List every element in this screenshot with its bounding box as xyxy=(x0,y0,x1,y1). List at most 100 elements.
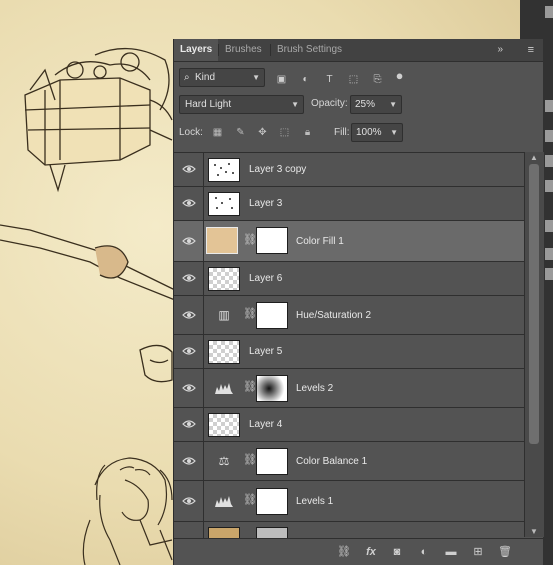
layer-row[interactable]: Layer 3 copy xyxy=(174,153,524,187)
layer-row[interactable]: ▥ ⛓︎ Hue/Saturation 2 xyxy=(174,296,524,335)
eye-icon[interactable] xyxy=(182,236,196,246)
scroll-down-icon[interactable]: ▼ xyxy=(530,527,538,536)
layer-thumbnail xyxy=(208,340,240,364)
levels-icon xyxy=(215,496,233,507)
chevron-down-icon: ▼ xyxy=(389,100,397,109)
search-icon: ⌕ xyxy=(184,72,190,83)
dock-icon[interactable] xyxy=(545,130,553,142)
new-layer-icon[interactable]: ⊞ xyxy=(471,545,485,559)
link-layers-icon[interactable]: ⛓︎ xyxy=(337,545,351,559)
fx-icon[interactable]: fx xyxy=(364,545,378,559)
levels-icon xyxy=(215,383,233,394)
layer-mask-thumbnail[interactable] xyxy=(256,375,288,402)
layer-name: Layer 6 xyxy=(249,273,283,284)
dock-icon[interactable] xyxy=(545,100,553,112)
lock-label: Lock: xyxy=(179,127,203,138)
layer-thumbnail xyxy=(208,192,240,216)
dock-icon[interactable] xyxy=(545,155,553,167)
eye-icon[interactable] xyxy=(182,346,196,356)
layer-name: Levels 1 xyxy=(296,496,334,507)
fill-field[interactable]: 100% ▼ xyxy=(351,123,403,142)
dock-icon[interactable] xyxy=(545,6,553,18)
eye-icon[interactable] xyxy=(182,310,196,320)
layer-name: Layer 3 xyxy=(249,198,283,209)
link-icon[interactable]: ⛓︎ xyxy=(243,493,257,506)
eye-icon[interactable] xyxy=(182,456,196,466)
eye-icon[interactable] xyxy=(182,419,196,429)
layer-row[interactable] xyxy=(174,522,524,538)
layer-row[interactable]: ⛓︎ Levels 2 xyxy=(174,369,524,408)
dock-icon[interactable] xyxy=(545,248,553,260)
layer-row[interactable]: Layer 6 xyxy=(174,262,524,296)
lock-transparent-pixels-icon[interactable]: ▦ xyxy=(212,127,223,138)
adjustment-filter-icon[interactable]: ◐ xyxy=(300,74,311,85)
layer-row-selected[interactable]: ⛓︎ Color Fill 1 xyxy=(174,221,524,262)
blend-mode-value: Hard Light xyxy=(185,99,232,110)
lock-position-icon[interactable]: ✥ xyxy=(257,127,268,138)
layers-panel: Layers Brushes Brush Settings » ≡ ⌕ Kind… xyxy=(173,39,544,565)
link-icon[interactable]: ⛓︎ xyxy=(243,453,257,466)
layer-name: Layer 5 xyxy=(249,346,283,357)
filter-kind-label: Kind xyxy=(195,72,216,83)
eye-icon[interactable] xyxy=(182,198,196,208)
panel-menu-icon[interactable]: ≡ xyxy=(528,39,534,61)
fill-color-swatch[interactable] xyxy=(206,227,238,254)
layer-list-scrollbar[interactable]: ▲ ▼ xyxy=(524,152,544,537)
type-filter-icon[interactable]: T xyxy=(324,74,335,85)
layer-list: Layer 3 copy Layer 3 ⛓︎ Color Fill 1 Lay… xyxy=(174,152,524,538)
dock-icon[interactable] xyxy=(545,180,553,192)
lock-row: Lock: ▦ ✎ ✥ ⬚ 🔒︎ Fill: 100% ▼ xyxy=(174,123,543,142)
layer-row[interactable]: ⚖︎ ⛓︎ Color Balance 1 xyxy=(174,442,524,481)
layer-mask-thumbnail[interactable] xyxy=(256,302,288,329)
layer-thumbnail xyxy=(208,413,240,437)
layer-mask-thumbnail[interactable] xyxy=(256,448,288,475)
opacity-field[interactable]: 25% ▼ xyxy=(350,95,402,114)
scrollbar-thumb[interactable] xyxy=(529,164,539,444)
filter-row: ⌕ Kind ▼ ▣ ◐ T ⬚ ⎘ ● xyxy=(174,66,543,88)
fill-value: 100% xyxy=(356,127,382,138)
layer-mask-thumbnail[interactable] xyxy=(256,488,288,515)
layer-mask-thumbnail[interactable] xyxy=(256,227,288,254)
layer-name: Layer 3 copy xyxy=(249,164,307,175)
color-balance-icon: ⚖︎ xyxy=(218,454,230,468)
smart-object-filter-icon[interactable]: ⎘ xyxy=(372,74,383,85)
lock-image-pixels-icon[interactable]: ✎ xyxy=(235,127,246,138)
shape-filter-icon[interactable]: ⬚ xyxy=(348,74,359,85)
layer-name: Levels 2 xyxy=(296,383,334,394)
delete-layer-icon[interactable]: 🗑︎ xyxy=(498,545,512,559)
new-adjustment-layer-icon[interactable]: ◐ xyxy=(417,545,431,559)
lock-artboard-icon[interactable]: ⬚ xyxy=(279,127,290,138)
blend-row: Hard Light ▼ Opacity: 25% ▼ xyxy=(174,94,543,116)
eye-icon[interactable] xyxy=(182,383,196,393)
opacity-label: Opacity: xyxy=(311,98,348,109)
layer-row[interactable]: ⛓︎ Levels 1 xyxy=(174,481,524,522)
layer-row[interactable]: Layer 5 xyxy=(174,335,524,369)
chevron-down-icon: ▼ xyxy=(252,73,260,82)
tab-brush-settings[interactable]: Brush Settings xyxy=(271,39,348,61)
chevron-down-icon: ▼ xyxy=(390,128,398,137)
eye-icon[interactable] xyxy=(182,164,196,174)
layer-mask-thumbnail xyxy=(256,527,288,538)
scroll-up-icon[interactable]: ▲ xyxy=(530,153,538,162)
sketch-thumbnail-image xyxy=(215,197,233,209)
filter-toggle-icon[interactable]: ● xyxy=(394,69,405,82)
link-icon[interactable]: ⛓︎ xyxy=(243,380,257,393)
new-group-icon[interactable]: ▬ xyxy=(444,545,458,559)
link-icon[interactable]: ⛓︎ xyxy=(243,233,257,246)
lock-all-icon[interactable]: 🔒︎ xyxy=(302,127,313,138)
layer-row[interactable]: Layer 4 xyxy=(174,408,524,442)
layer-name: Color Fill 1 xyxy=(296,236,344,247)
blend-mode-dropdown[interactable]: Hard Light ▼ xyxy=(179,95,304,114)
eye-icon[interactable] xyxy=(182,496,196,506)
eye-icon[interactable] xyxy=(182,273,196,283)
dock-icon[interactable] xyxy=(545,268,553,280)
add-mask-icon[interactable]: ◙ xyxy=(390,545,404,559)
collapse-panel-button[interactable]: » xyxy=(497,39,503,61)
link-icon[interactable]: ⛓︎ xyxy=(243,307,257,320)
tab-layers[interactable]: Layers xyxy=(174,39,219,61)
filter-kind-dropdown[interactable]: ⌕ Kind ▼ xyxy=(179,68,265,87)
dock-icon[interactable] xyxy=(545,220,553,232)
layer-row[interactable]: Layer 3 xyxy=(174,187,524,221)
pixel-filter-icon[interactable]: ▣ xyxy=(276,74,287,85)
tab-brushes[interactable]: Brushes xyxy=(219,39,268,61)
